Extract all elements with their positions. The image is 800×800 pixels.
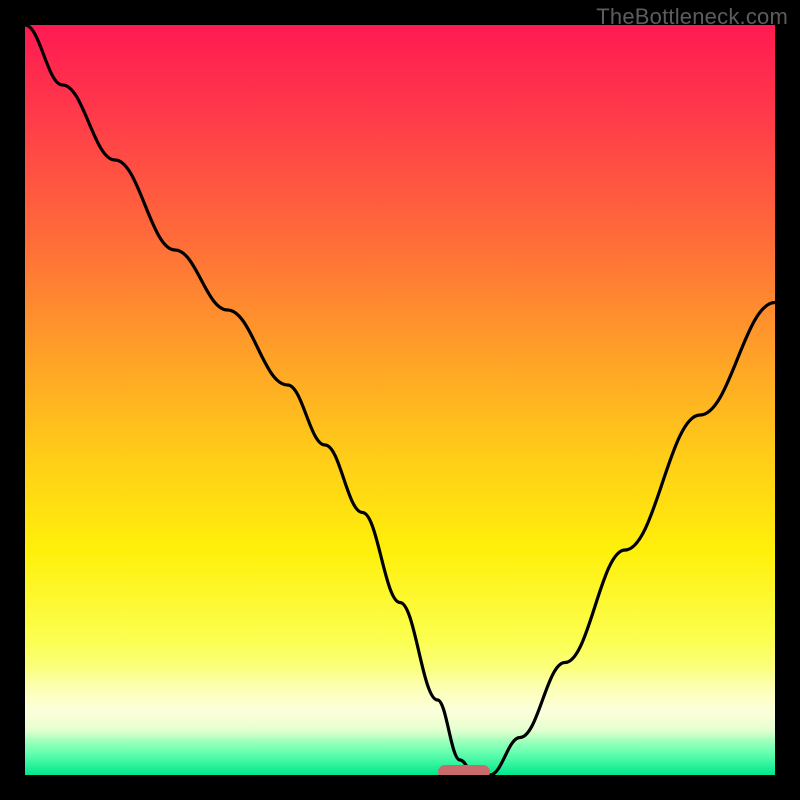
bottleneck-curve-svg — [25, 25, 775, 775]
chart-frame: TheBottleneck.com — [0, 0, 800, 800]
gradient-plot-area — [25, 25, 775, 775]
bottleneck-curve-path — [25, 25, 775, 775]
optimal-marker — [438, 765, 491, 775]
